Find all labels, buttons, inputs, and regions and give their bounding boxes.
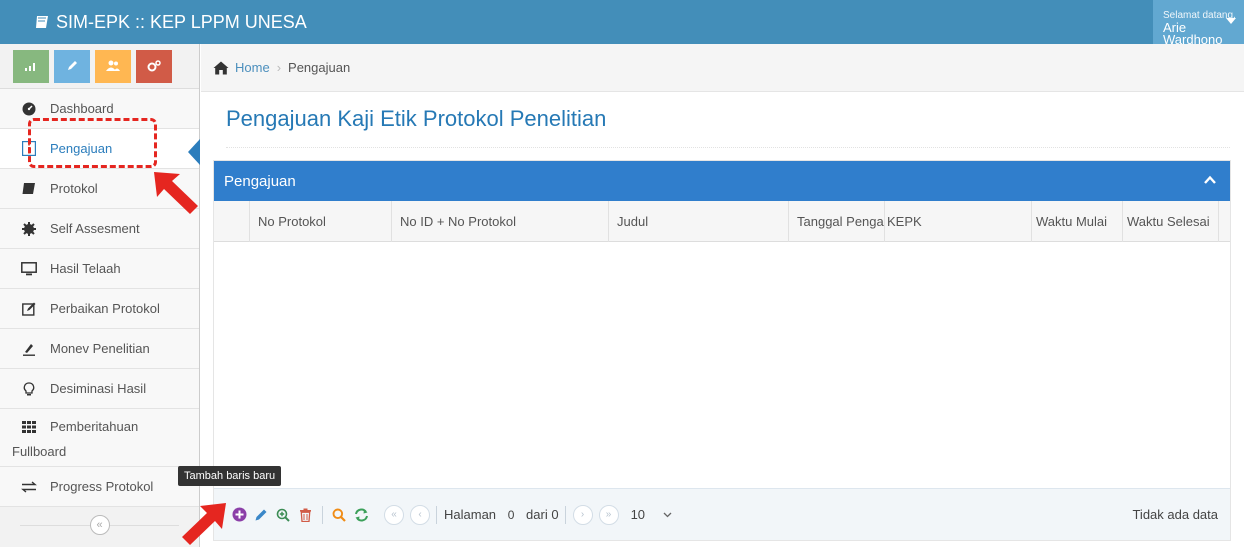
grid-panel: Pengajuan No Protokol No ID + No Protoko… [213,160,1231,541]
sidebar-item-label: Pemberitahuan [50,419,139,434]
grid-header-no-id[interactable]: No ID + No Protokol [392,201,609,242]
rows-per-page-select[interactable]: 10 [631,507,672,522]
app-title: SIM-EPK :: KEP LPPM UNESA [56,11,307,32]
search-button[interactable] [330,506,348,524]
exchange-icon [20,480,38,493]
user-name: Arie Wardhono [1163,20,1223,47]
sidebar-item-desiminasi-hasil[interactable]: Desiminasi Hasil [0,369,199,409]
sidebar-item-label-continued: Fullboard [12,444,67,459]
sidebar-collapse-row: « [0,507,199,543]
users-icon [106,60,120,71]
caret-down-icon [1226,18,1236,24]
sidebar-item-label: Monev Penelitian [50,341,150,356]
sidebar-item-label: Protokol [50,181,98,196]
page-count-label: dari 0 [526,507,559,522]
refresh-button[interactable] [352,506,370,524]
add-row-button[interactable] [230,506,248,524]
next-page-button[interactable]: › [572,504,593,525]
sidebar-item-label: Progress Protokol [50,479,154,494]
breadcrumb-current: Pengajuan [288,60,351,75]
prev-page-button[interactable]: ‹ [410,504,430,525]
grid-caption-title: Pengajuan [224,172,296,190]
signal-icon [25,63,35,71]
rows-per-page-value: 10 [630,507,646,522]
grid-header-waktu-mulai[interactable]: Waktu Mulai [1032,201,1123,242]
sidebar-item-monev-penelitian[interactable]: Monev Penelitian [0,329,199,369]
pencil-icon [68,61,77,70]
book-icon [20,182,38,195]
trash-icon [299,508,311,522]
tachometer-icon [20,102,38,116]
home-icon [213,61,229,74]
page-label: Halaman [444,507,497,522]
pager-divider [436,505,437,524]
edit-icon [20,302,38,316]
annotation-arrow-up-right-icon [182,503,226,545]
sidebar-item-label: Perbaikan Protokol [50,301,160,316]
shortcut-stats-button[interactable] [13,49,49,83]
pencil-icon [255,509,267,520]
grid-header-kepk[interactable]: KEPK [885,201,1032,242]
grid-header-judul[interactable]: Judul [609,201,789,242]
pager-divider [564,505,566,524]
grid-header-row: No Protokol No ID + No Protokol Judul Ta… [214,201,1230,242]
sidebar-item-pemberitahuan-fullboard[interactable]: Pemberitahuan Fullboard [0,409,199,467]
breadcrumb-home-link[interactable]: Home [213,60,270,75]
plus-circle-icon [232,507,246,522]
breadcrumb-home-label: Home [235,60,270,75]
grid-header-waktu-selesai[interactable]: Waktu Selesai [1123,201,1219,242]
first-page-button[interactable]: « [384,504,404,525]
sidebar-item-label: Self Assesment [50,221,140,236]
zoom-in-icon [276,508,290,522]
pager-divider [322,505,323,524]
empty-records-text: Tidak ada data [1132,507,1218,522]
lightbulb-icon [20,381,38,396]
user-menu[interactable]: Selamat datang, Arie Wardhono [1153,0,1244,47]
top-navbar: SIM-EPK :: KEP LPPM UNESA Selamat datang… [0,0,1244,47]
sidebar-collapse-button[interactable]: « [89,515,110,535]
highlight-box [28,118,157,168]
view-row-button[interactable] [274,506,292,524]
delete-row-button[interactable] [296,506,314,524]
page-title: Pengajuan Kaji Etik Protokol Penelitian [226,106,607,131]
sidebar-item-progress-protokol[interactable]: Progress Protokol [0,467,199,507]
shortcut-edit-button[interactable] [54,49,90,83]
refresh-icon [354,508,368,521]
search-icon [332,508,346,522]
gear-icon [20,221,38,236]
chevron-up-icon[interactable] [1204,175,1216,184]
sidebar-shortcuts [0,44,199,89]
grid-caption: Pengajuan [214,161,1230,201]
last-page-button[interactable]: » [598,504,619,525]
book-icon [36,16,48,28]
breadcrumb-separator-icon: › [276,60,282,75]
sidebar-item-hasil-telaah[interactable]: Hasil Telaah [0,249,199,289]
shortcut-settings-button[interactable] [136,49,172,83]
title-divider [226,147,1230,148]
brand[interactable]: SIM-EPK :: KEP LPPM UNESA [34,12,307,33]
sidebar-item-perbaikan-protokol[interactable]: Perbaikan Protokol [0,289,199,329]
desktop-icon [20,261,38,276]
cogs-icon [147,60,161,72]
chevron-down-icon [663,512,672,517]
sidebar-item-label: Desiminasi Hasil [50,381,147,396]
annotation-arrow-up-left-icon [154,172,198,214]
page-number-input[interactable] [498,504,525,525]
shortcut-users-button[interactable] [95,49,131,83]
grid-pager: « ‹ Halaman dari 0 › » 10 Tidak ada data [214,488,1230,540]
sidebar-item-label: Dashboard [50,101,114,116]
edit-row-button[interactable] [252,506,270,524]
breadcrumb: Home › Pengajuan [201,44,1244,92]
grid-header-rownum [214,201,250,242]
add-row-tooltip: Tambah baris baru [178,466,282,486]
grid-header-no-protokol[interactable]: No Protokol [250,201,392,242]
eyedropper-icon [20,342,38,356]
grid-icon [20,420,38,433]
sidebar-item-label: Hasil Telaah [50,261,121,276]
grid-header-tanggal[interactable]: Tanggal Penga [789,201,885,242]
